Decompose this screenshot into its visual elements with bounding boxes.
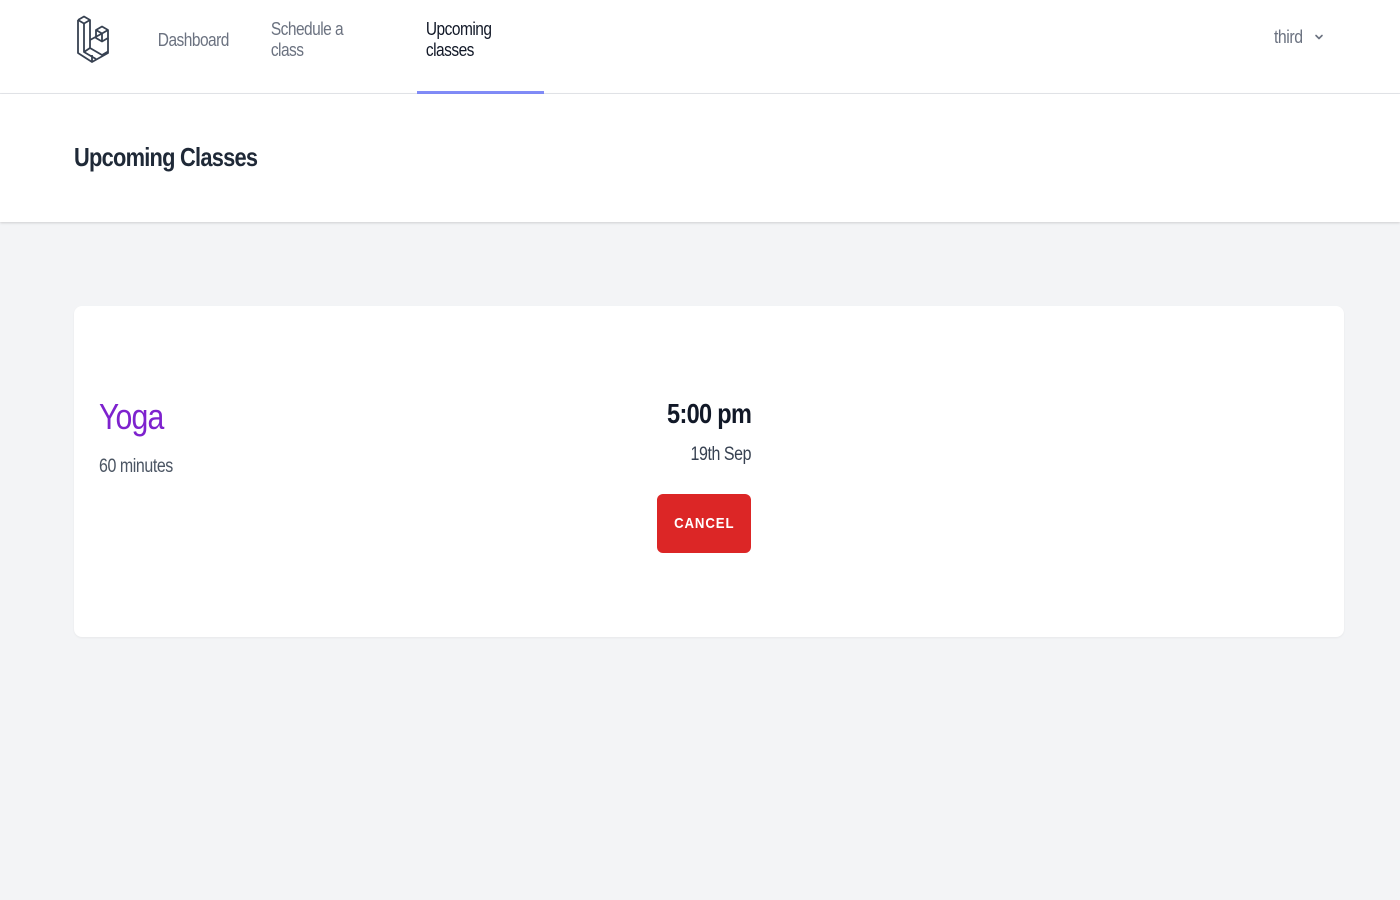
class-name: Yoga [99, 396, 164, 437]
nav-link-dashboard[interactable]: Dashboard [150, 0, 236, 94]
nav-link-schedule-a-class[interactable]: Schedule a class [262, 0, 388, 94]
user-name: third [1273, 26, 1303, 47]
chevron-down-icon [1314, 34, 1323, 40]
nav-link-upcoming-classes[interactable]: Upcoming classes [417, 0, 544, 94]
user-menu-dropdown[interactable]: third [1272, 20, 1325, 54]
nav-link-label: Schedule a class [270, 19, 344, 60]
class-date: 19th Sep [690, 444, 751, 465]
class-duration: 60 minutes [99, 456, 173, 477]
class-card: Yoga 60 minutes 5:00 pm 19th Sep CANCEL [74, 306, 1344, 637]
class-time: 5:00 pm [666, 398, 752, 429]
nav-link-label: Upcoming classes [425, 19, 492, 60]
page-header: Upcoming Classes [0, 94, 1400, 222]
cancel-button-label: CANCEL [673, 515, 735, 532]
laravel-logo-icon[interactable] [74, 8, 114, 66]
top-navigation: Dashboard Schedule a class Upcoming clas… [0, 0, 1400, 94]
nav-link-label: Dashboard [157, 29, 229, 50]
page-title: Upcoming Classes [74, 142, 258, 172]
cancel-button[interactable]: CANCEL [657, 494, 751, 553]
